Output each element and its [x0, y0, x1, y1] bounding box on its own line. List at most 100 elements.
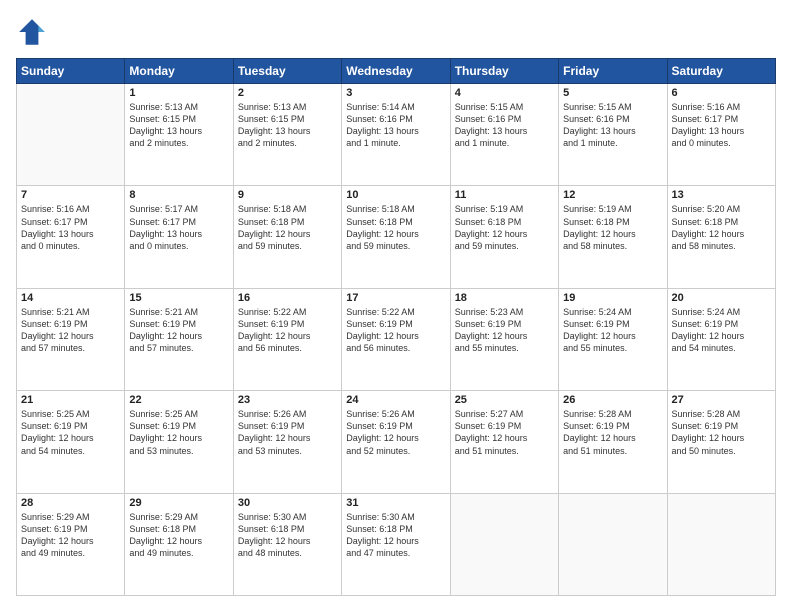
cell-info: Sunrise: 5:18 AM Sunset: 6:18 PM Dayligh…	[238, 203, 337, 252]
calendar-cell	[559, 493, 667, 595]
day-number: 23	[238, 394, 337, 406]
week-row-1: 1 Sunrise: 5:13 AM Sunset: 6:15 PM Daylig…	[17, 84, 776, 186]
cell-info: Sunrise: 5:13 AM Sunset: 6:15 PM Dayligh…	[238, 101, 337, 150]
weekday-header-monday: Monday	[125, 59, 233, 84]
day-number: 12	[563, 189, 662, 201]
calendar-cell: 8 Sunrise: 5:17 AM Sunset: 6:17 PM Daylig…	[125, 186, 233, 288]
calendar-cell: 11Sunrise: 5:19 AM Sunset: 6:18 PM Dayli…	[450, 186, 558, 288]
logo-icon	[16, 16, 48, 48]
cell-info: Sunrise: 5:30 AM Sunset: 6:18 PM Dayligh…	[346, 511, 445, 560]
calendar-cell	[450, 493, 558, 595]
header	[16, 16, 776, 48]
day-number: 29	[129, 497, 228, 509]
calendar-cell: 13 Sunrise: 5:20 AM Sunset: 6:18 PM Dayli…	[667, 186, 775, 288]
calendar-table: SundayMondayTuesdayWednesdayThursdayFrid…	[16, 58, 776, 596]
calendar-cell: 15Sunrise: 5:21 AM Sunset: 6:19 PM Dayli…	[125, 288, 233, 390]
cell-info: Sunrise: 5:22 AM Sunset: 6:19 PM Dayligh…	[238, 306, 337, 355]
calendar-cell: 9 Sunrise: 5:18 AM Sunset: 6:18 PM Daylig…	[233, 186, 341, 288]
calendar-cell: 28 Sunrise: 5:29 AM Sunset: 6:19 PM Dayli…	[17, 493, 125, 595]
cell-info: Sunrise: 5:23 AM Sunset: 6:19 PM Dayligh…	[455, 306, 554, 355]
calendar-cell: 21 Sunrise: 5:25 AM Sunset: 6:19 PM Dayli…	[17, 391, 125, 493]
day-number: 20	[672, 292, 771, 304]
calendar-cell: 29 Sunrise: 5:29 AM Sunset: 6:18 PM Dayli…	[125, 493, 233, 595]
calendar-cell: 7 Sunrise: 5:16 AM Sunset: 6:17 PM Daylig…	[17, 186, 125, 288]
calendar-cell: 19Sunrise: 5:24 AM Sunset: 6:19 PM Dayli…	[559, 288, 667, 390]
cell-info: Sunrise: 5:16 AM Sunset: 6:17 PM Dayligh…	[672, 101, 771, 150]
day-number: 10	[346, 189, 445, 201]
calendar-cell: 27 Sunrise: 5:28 AM Sunset: 6:19 PM Dayli…	[667, 391, 775, 493]
cell-info: Sunrise: 5:15 AM Sunset: 6:16 PM Dayligh…	[455, 101, 554, 150]
calendar-cell: 1 Sunrise: 5:13 AM Sunset: 6:15 PM Daylig…	[125, 84, 233, 186]
day-number: 8	[129, 189, 228, 201]
day-number: 27	[672, 394, 771, 406]
cell-info: Sunrise: 5:29 AM Sunset: 6:19 PM Dayligh…	[21, 511, 120, 560]
calendar-cell: 10 Sunrise: 5:18 AM Sunset: 6:18 PM Dayli…	[342, 186, 450, 288]
day-number: 24	[346, 394, 445, 406]
day-number: 16	[238, 292, 337, 304]
day-number: 1	[129, 87, 228, 99]
calendar-cell	[17, 84, 125, 186]
week-row-4: 21 Sunrise: 5:25 AM Sunset: 6:19 PM Dayli…	[17, 391, 776, 493]
day-number: 3	[346, 87, 445, 99]
day-number: 6	[672, 87, 771, 99]
day-number: 7	[21, 189, 120, 201]
cell-info: Sunrise: 5:13 AM Sunset: 6:15 PM Dayligh…	[129, 101, 228, 150]
day-number: 22	[129, 394, 228, 406]
cell-info: Sunrise: 5:28 AM Sunset: 6:19 PM Dayligh…	[563, 408, 662, 457]
cell-info: Sunrise: 5:21 AM Sunset: 6:19 PM Dayligh…	[21, 306, 120, 355]
cell-info: Sunrise: 5:22 AM Sunset: 6:19 PM Dayligh…	[346, 306, 445, 355]
calendar-cell: 2 Sunrise: 5:13 AM Sunset: 6:15 PM Daylig…	[233, 84, 341, 186]
day-number: 5	[563, 87, 662, 99]
day-number: 2	[238, 87, 337, 99]
calendar-cell: 3Sunrise: 5:14 AM Sunset: 6:16 PM Daylig…	[342, 84, 450, 186]
cell-info: Sunrise: 5:18 AM Sunset: 6:18 PM Dayligh…	[346, 203, 445, 252]
cell-info: Sunrise: 5:30 AM Sunset: 6:18 PM Dayligh…	[238, 511, 337, 560]
cell-info: Sunrise: 5:16 AM Sunset: 6:17 PM Dayligh…	[21, 203, 120, 252]
day-number: 4	[455, 87, 554, 99]
weekday-header-sunday: Sunday	[17, 59, 125, 84]
cell-info: Sunrise: 5:28 AM Sunset: 6:19 PM Dayligh…	[672, 408, 771, 457]
cell-info: Sunrise: 5:17 AM Sunset: 6:17 PM Dayligh…	[129, 203, 228, 252]
day-number: 18	[455, 292, 554, 304]
calendar-cell: 17 Sunrise: 5:22 AM Sunset: 6:19 PM Dayli…	[342, 288, 450, 390]
calendar-cell: 12Sunrise: 5:19 AM Sunset: 6:18 PM Dayli…	[559, 186, 667, 288]
weekday-header-wednesday: Wednesday	[342, 59, 450, 84]
cell-info: Sunrise: 5:20 AM Sunset: 6:18 PM Dayligh…	[672, 203, 771, 252]
weekday-header-thursday: Thursday	[450, 59, 558, 84]
calendar-cell: 6 Sunrise: 5:16 AM Sunset: 6:17 PM Daylig…	[667, 84, 775, 186]
logo	[16, 16, 52, 48]
day-number: 30	[238, 497, 337, 509]
day-number: 21	[21, 394, 120, 406]
cell-info: Sunrise: 5:29 AM Sunset: 6:18 PM Dayligh…	[129, 511, 228, 560]
calendar-cell	[667, 493, 775, 595]
calendar-cell: 23 Sunrise: 5:26 AM Sunset: 6:19 PM Dayli…	[233, 391, 341, 493]
calendar-cell: 31 Sunrise: 5:30 AM Sunset: 6:18 PM Dayli…	[342, 493, 450, 595]
week-row-2: 7 Sunrise: 5:16 AM Sunset: 6:17 PM Daylig…	[17, 186, 776, 288]
day-number: 31	[346, 497, 445, 509]
calendar-cell: 18 Sunrise: 5:23 AM Sunset: 6:19 PM Dayli…	[450, 288, 558, 390]
weekday-header-saturday: Saturday	[667, 59, 775, 84]
cell-info: Sunrise: 5:25 AM Sunset: 6:19 PM Dayligh…	[129, 408, 228, 457]
calendar-cell: 22 Sunrise: 5:25 AM Sunset: 6:19 PM Dayli…	[125, 391, 233, 493]
cell-info: Sunrise: 5:26 AM Sunset: 6:19 PM Dayligh…	[238, 408, 337, 457]
week-row-5: 28 Sunrise: 5:29 AM Sunset: 6:19 PM Dayli…	[17, 493, 776, 595]
cell-info: Sunrise: 5:27 AM Sunset: 6:19 PM Dayligh…	[455, 408, 554, 457]
cell-info: Sunrise: 5:26 AM Sunset: 6:19 PM Dayligh…	[346, 408, 445, 457]
cell-info: Sunrise: 5:25 AM Sunset: 6:19 PM Dayligh…	[21, 408, 120, 457]
day-number: 13	[672, 189, 771, 201]
calendar-cell: 14 Sunrise: 5:21 AM Sunset: 6:19 PM Dayli…	[17, 288, 125, 390]
day-number: 14	[21, 292, 120, 304]
day-number: 17	[346, 292, 445, 304]
week-row-3: 14 Sunrise: 5:21 AM Sunset: 6:19 PM Dayli…	[17, 288, 776, 390]
page: SundayMondayTuesdayWednesdayThursdayFrid…	[0, 0, 792, 612]
calendar-cell: 20 Sunrise: 5:24 AM Sunset: 6:19 PM Dayli…	[667, 288, 775, 390]
day-number: 9	[238, 189, 337, 201]
calendar-cell: 30 Sunrise: 5:30 AM Sunset: 6:18 PM Dayli…	[233, 493, 341, 595]
weekday-header-tuesday: Tuesday	[233, 59, 341, 84]
weekday-header-friday: Friday	[559, 59, 667, 84]
cell-info: Sunrise: 5:24 AM Sunset: 6:19 PM Dayligh…	[672, 306, 771, 355]
cell-info: Sunrise: 5:19 AM Sunset: 6:18 PM Dayligh…	[455, 203, 554, 252]
day-number: 28	[21, 497, 120, 509]
calendar-cell: 26Sunrise: 5:28 AM Sunset: 6:19 PM Dayli…	[559, 391, 667, 493]
calendar-cell: 4 Sunrise: 5:15 AM Sunset: 6:16 PM Daylig…	[450, 84, 558, 186]
